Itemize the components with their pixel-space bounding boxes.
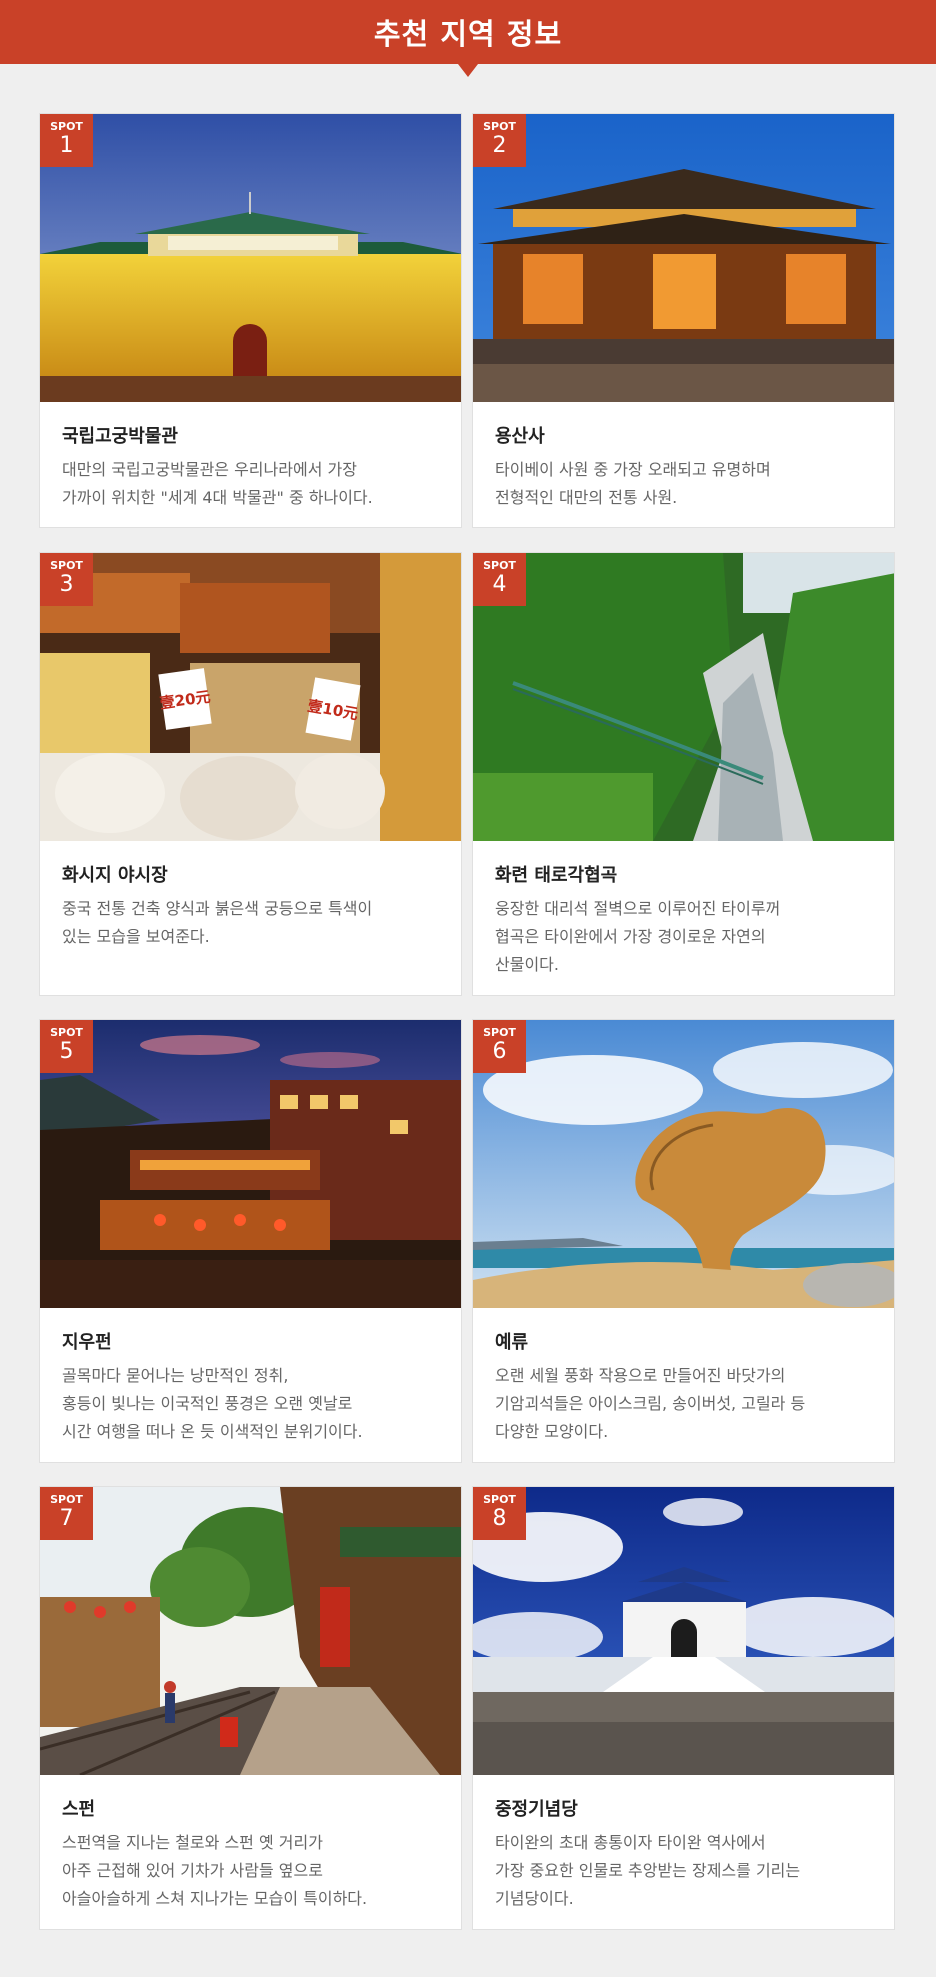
spot-description: 타이완의 초대 총통이자 타이완 역사에서 가장 중요한 인물로 추앙받는 장제… (495, 1829, 872, 1913)
spot-description-line: 기념당이다. (495, 1889, 574, 1908)
spot-description-line: 대만의 국립고궁박물관은 우리나라에서 가장 (62, 460, 357, 479)
spot-card-2[interactable]: SPOT 2 용산사 타이베이 사원 중 가장 오래되고 유명하며 전형적인 대… (472, 113, 895, 528)
spot-label: SPOT (483, 120, 516, 133)
spot-photo-7: SPOT 7 (40, 1487, 461, 1775)
spot-label: SPOT (483, 559, 516, 572)
spot-title: 중정기념당 (495, 1799, 578, 1820)
spot-label: SPOT (50, 120, 83, 133)
spot-title: 지우펀 (62, 1332, 112, 1353)
spot-description-line: 가까이 위치한 "세계 4대 박물관" 중 하나이다. (62, 488, 373, 507)
spot-description-line: 기암괴석들은 아이스크림, 송이버섯, 고릴라 등 (495, 1394, 806, 1413)
spot-badge-5: SPOT 5 (40, 1020, 93, 1073)
spot-card-7[interactable]: SPOT 7 스펀 스펀역을 지나는 철로와 스펀 옛 거리가 아주 근접해 있… (39, 1486, 462, 1930)
spot-description-line: 타이베이 사원 중 가장 오래되고 유명하며 (495, 460, 771, 479)
spot-badge-3: SPOT 3 (40, 553, 93, 606)
spot-badge-4: SPOT 4 (473, 553, 526, 606)
spot-label: SPOT (50, 559, 83, 572)
spot-description-line: 중국 전통 건축 양식과 붉은색 궁등으로 특색이 (62, 899, 373, 918)
spot-card-1[interactable]: SPOT 1 국립고궁박물관 대만의 국립고궁박물관은 우리나라에서 가장 가까… (39, 113, 462, 528)
spot-title: 스펀 (62, 1799, 96, 1820)
spot-description: 웅장한 대리석 절벽으로 이루어진 타이루꺼 협곡은 타이완에서 가장 경이로운… (495, 895, 872, 979)
spot-title: 화시지 야시장 (62, 865, 168, 886)
header-pointer (458, 64, 478, 77)
spot-card-4[interactable]: SPOT 4 화련 태로각협곡 웅장한 대리석 절벽으로 이루어진 타이루꺼 협… (472, 552, 895, 996)
spot-photo-6: SPOT 6 (473, 1020, 894, 1308)
spot-photo-8: SPOT 8 (473, 1487, 894, 1775)
spot-description-line: 시간 여행을 떠나 온 듯 이색적인 분위기이다. (62, 1422, 363, 1441)
spot-photo-1: SPOT 1 (40, 114, 461, 402)
spot-title: 용산사 (495, 426, 545, 447)
spot-title: 예류 (495, 1332, 529, 1353)
spot-badge-6: SPOT 6 (473, 1020, 526, 1073)
spot-label: SPOT (50, 1493, 83, 1506)
spot-number: 7 (59, 1506, 74, 1531)
spot-description: 오랜 세월 풍화 작용으로 만들어진 바닷가의 기암괴석들은 아이스크림, 송이… (495, 1362, 872, 1446)
spot-description-line: 웅장한 대리석 절벽으로 이루어진 타이루꺼 (495, 899, 781, 918)
spot-photo-3: 壹20元 壹10元 SPOT 3 (40, 553, 461, 841)
spot-badge-7: SPOT 7 (40, 1487, 93, 1540)
spot-description-line: 가장 중요한 인물로 추앙받는 장제스를 기리는 (495, 1861, 801, 1880)
spot-card-5[interactable]: SPOT 5 지우펀 골목마다 묻어나는 낭만적인 정취, 홍등이 빛나는 이국… (39, 1019, 462, 1463)
spot-description-line: 골목마다 묻어나는 낭만적인 정취, (62, 1366, 289, 1385)
spot-number: 2 (492, 133, 507, 158)
spot-description-line: 산물이다. (495, 955, 559, 974)
spot-description-line: 오랜 세월 풍화 작용으로 만들어진 바닷가의 (495, 1366, 786, 1385)
spot-number: 3 (59, 572, 74, 597)
spot-number: 1 (59, 133, 74, 158)
spot-description: 타이베이 사원 중 가장 오래되고 유명하며 전형적인 대만의 전통 사원. (495, 456, 872, 512)
spot-card-6[interactable]: SPOT 6 예류 오랜 세월 풍화 작용으로 만들어진 바닷가의 기암괴석들은… (472, 1019, 895, 1463)
spot-photo-5: SPOT 5 (40, 1020, 461, 1308)
spot-description: 중국 전통 건축 양식과 붉은색 궁등으로 특색이 있는 모습을 보여준다. (62, 895, 439, 951)
spot-photo-2: SPOT 2 (473, 114, 894, 402)
spot-description-line: 전형적인 대만의 전통 사원. (495, 488, 678, 507)
spot-card-8[interactable]: SPOT 8 중정기념당 타이완의 초대 총통이자 타이완 역사에서 가장 중요… (472, 1486, 895, 1930)
spot-description-line: 스펀역을 지나는 철로와 스펀 옛 거리가 (62, 1833, 323, 1852)
spot-description-line: 아주 근접해 있어 기차가 사람들 옆으로 (62, 1861, 323, 1880)
spot-description-line: 홍등이 빛나는 이국적인 풍경은 오랜 옛날로 (62, 1394, 353, 1413)
spot-badge-2: SPOT 2 (473, 114, 526, 167)
spot-label: SPOT (50, 1026, 83, 1039)
spot-number: 6 (492, 1039, 507, 1064)
spot-description: 골목마다 묻어나는 낭만적인 정취, 홍등이 빛나는 이국적인 풍경은 오랜 옛… (62, 1362, 439, 1446)
spot-photo-4: SPOT 4 (473, 553, 894, 841)
spot-badge-1: SPOT 1 (40, 114, 93, 167)
spot-description-line: 협곡은 타이완에서 가장 경이로운 자연의 (495, 927, 766, 946)
spot-description: 스펀역을 지나는 철로와 스펀 옛 거리가 아주 근접해 있어 기차가 사람들 … (62, 1829, 439, 1913)
spot-number: 5 (59, 1039, 74, 1064)
spot-description-line: 다양한 모양이다. (495, 1422, 609, 1441)
spot-description-line: 타이완의 초대 총통이자 타이완 역사에서 (495, 1833, 766, 1852)
spot-description: 대만의 국립고궁박물관은 우리나라에서 가장 가까이 위치한 "세계 4대 박물… (62, 456, 439, 512)
spot-description-line: 아슬아슬하게 스쳐 지나가는 모습이 특이하다. (62, 1889, 368, 1908)
page-header: 추천 지역 정보 (0, 0, 936, 64)
page-title: 추천 지역 정보 (373, 17, 563, 51)
spot-label: SPOT (483, 1493, 516, 1506)
spot-number: 4 (492, 572, 507, 597)
spot-label: SPOT (483, 1026, 516, 1039)
spot-badge-8: SPOT 8 (473, 1487, 526, 1540)
spot-title: 화련 태로각협곡 (495, 865, 618, 886)
spot-title: 국립고궁박물관 (62, 426, 178, 447)
spot-description-line: 있는 모습을 보여준다. (62, 927, 210, 946)
spot-number: 8 (492, 1506, 507, 1531)
spot-card-3[interactable]: 壹20元 壹10元 SPOT 3 화시지 야시장 중국 전통 건축 양식과 붉은… (39, 552, 462, 996)
